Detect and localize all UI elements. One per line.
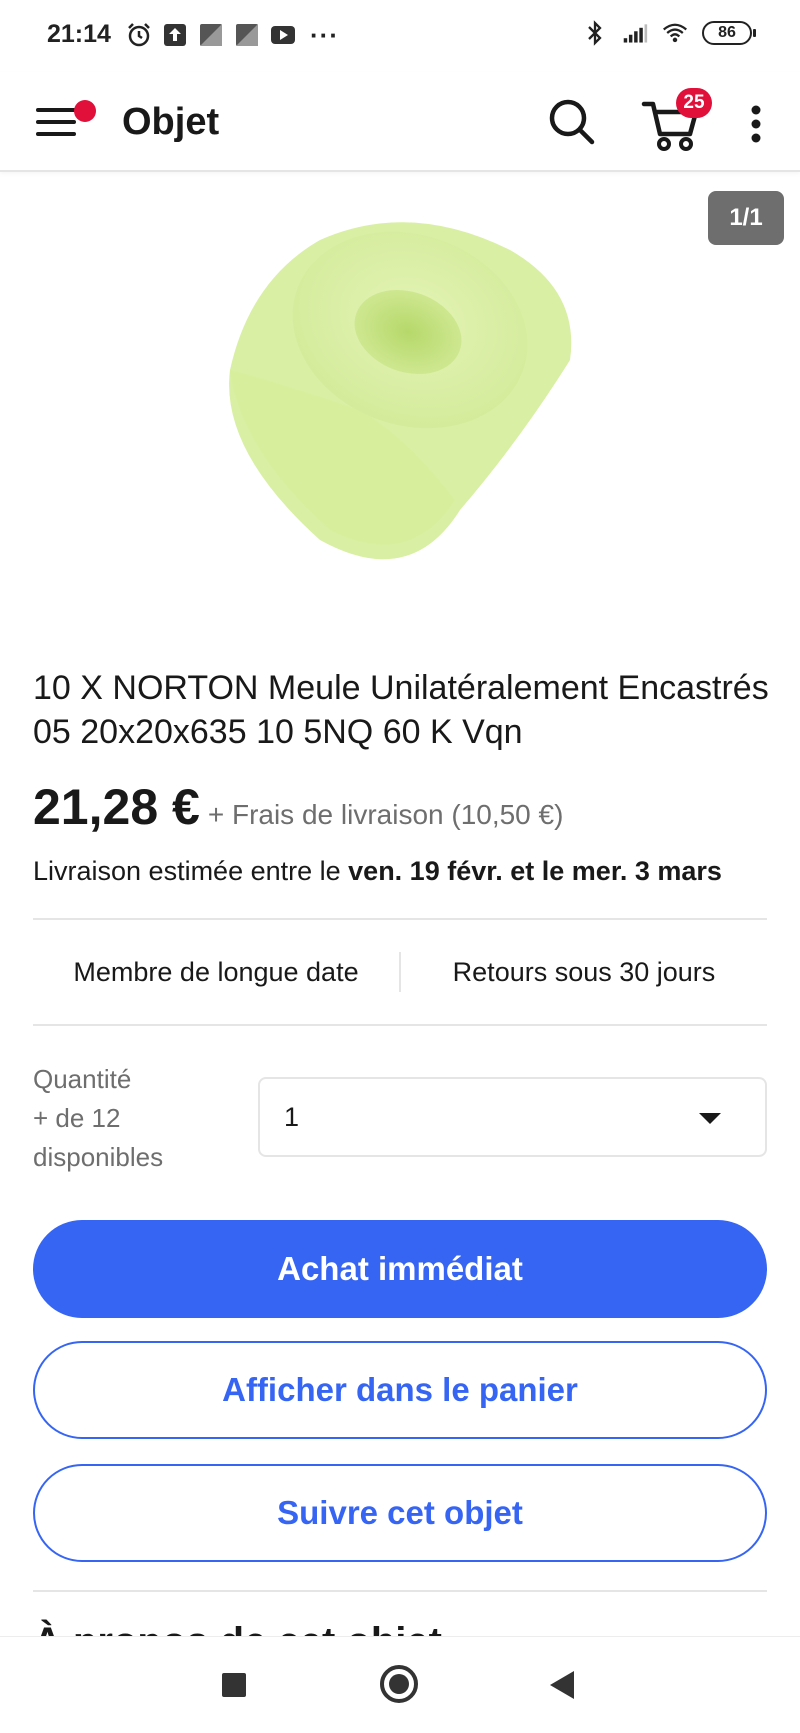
quantity-label-title: Quantité [33,1064,132,1094]
upload-icon [162,22,188,48]
divider [33,1024,767,1026]
bluetooth-icon [582,20,608,46]
product-image[interactable] [210,210,590,580]
home-button[interactable] [380,1665,418,1703]
delivery-prefix: Livraison estimée entre le [33,856,349,886]
quantity-label: Quantité + de 12 disponibles [33,1060,163,1177]
badge-long-time-member: Membre de longue date [73,956,359,987]
notification-dot [74,100,96,122]
menu-icon [36,120,76,124]
product-title: 10 X NORTON Meule Unilatéralement Encast… [33,669,769,751]
app-icon [234,22,260,48]
battery-icon: 86 [702,21,756,45]
more-vertical-icon [751,105,761,143]
quantity-select[interactable]: 1 [258,1077,767,1157]
youtube-icon [270,22,296,48]
quantity-value: 1 [284,1101,300,1132]
recents-button[interactable] [222,1673,246,1697]
image-counter: 1/1 [708,191,784,245]
delivery-dates: ven. 19 févr. et le mer. 3 mars [348,856,722,886]
shipping-cost: + Frais de livraison (10,50 €) [207,799,564,830]
status-icons-left: ··· [126,22,339,48]
badge-returns: Retours sous 30 jours [452,956,716,987]
cart-button[interactable]: 25 [640,88,712,154]
search-button[interactable] [546,94,598,150]
quantity-available: + de 12 [33,1103,121,1133]
delivery-estimate: Livraison estimée entre le ven. 19 févr.… [33,856,722,887]
more-options-button[interactable] [740,96,772,152]
menu-icon-line [36,132,76,136]
price: 21,28 € [33,779,200,835]
back-button[interactable] [550,1671,574,1699]
divider [33,1590,767,1592]
more-notifications-dots: ··· [310,20,339,50]
status-time: 21:14 [47,20,111,48]
status-bar: 21:14 ··· 86 [0,0,800,72]
about-section-heading: À propos de cet objet [33,1614,442,1636]
dropdown-caret-icon [699,1113,721,1124]
alarm-icon [126,22,152,48]
app-icon [198,22,224,48]
signal-icon [622,20,648,46]
quantity-available-suffix: disponibles [33,1142,164,1172]
menu-icon-line [36,108,76,112]
status-icons-right: 86 [582,20,756,46]
seller-badges: Membre de longue date Retours sous 30 jo… [33,920,767,1024]
search-icon [549,99,595,145]
wifi-icon [662,20,688,46]
cart-count-badge: 25 [676,88,712,118]
price-row: 21,28 € + Frais de livraison (10,50 €) [33,778,563,836]
view-in-cart-button[interactable]: Afficher dans le panier [33,1341,767,1439]
menu-button[interactable] [32,94,96,150]
app-bar: Objet 25 [0,72,800,172]
buy-now-button[interactable]: Achat immédiat [33,1220,767,1318]
system-nav-bar [0,1636,800,1733]
page-title: Objet [122,101,220,143]
watch-item-button[interactable]: Suivre cet objet [33,1464,767,1562]
